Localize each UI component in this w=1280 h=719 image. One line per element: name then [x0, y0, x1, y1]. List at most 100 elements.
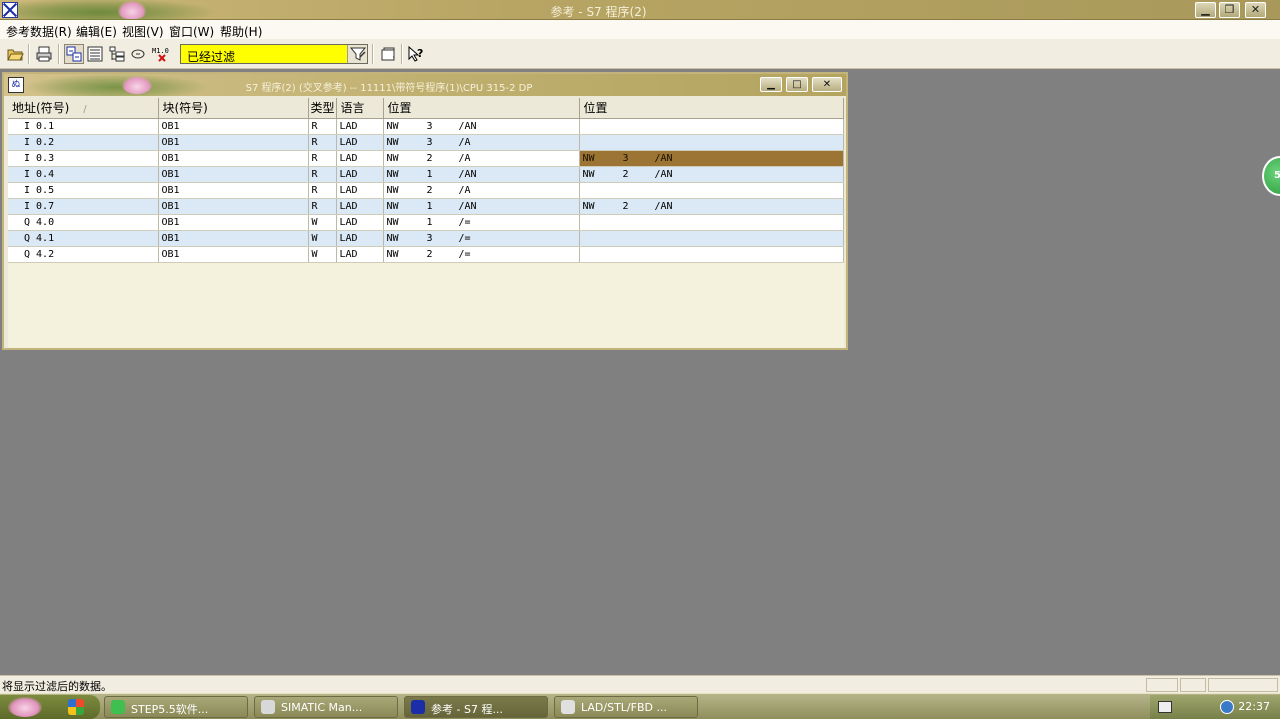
cell-type[interactable]: R	[308, 166, 337, 183]
cell-language[interactable]: LAD	[336, 182, 384, 199]
tree-icon[interactable]	[107, 44, 127, 64]
cell-block[interactable]: OB1	[158, 118, 309, 135]
column-header-block[interactable]: 块(符号)	[158, 98, 309, 119]
cell-block[interactable]: OB1	[158, 246, 309, 263]
minimize-button[interactable]: ▁	[1195, 2, 1216, 18]
cell-location-2[interactable]	[579, 118, 844, 135]
cell-location[interactable]: NW 3 /=	[383, 230, 580, 247]
unused-symbols-icon[interactable]: M1.0	[150, 44, 170, 64]
title-bar[interactable]: 参考 - S7 程序(2) ▁ ❐ ✕	[0, 0, 1280, 22]
filter-icon[interactable]	[348, 44, 368, 64]
cell-block[interactable]: OB1	[158, 182, 309, 199]
cell-location-2[interactable]: NW 3/AN	[579, 150, 844, 167]
cell-address[interactable]: I 0.1	[8, 118, 159, 135]
filter-dropdown[interactable]: 已经过滤 ▾	[180, 44, 368, 64]
cell-location-2[interactable]	[579, 214, 844, 231]
menu-view[interactable]: 视图(V)	[122, 23, 164, 40]
cross-reference-icon[interactable]	[64, 44, 84, 64]
menu-edit[interactable]: 编辑(E)	[76, 23, 117, 40]
cell-address[interactable]: I 0.3	[8, 150, 159, 167]
cell-location-2[interactable]	[579, 246, 844, 263]
table-row[interactable]: Q 4.2 OB1 W LAD NW 2 /=	[8, 246, 844, 263]
cell-location[interactable]: NW 2/A	[383, 150, 580, 167]
table-row[interactable]: I 0.5 OB1 R LAD NW 2/A	[8, 182, 844, 199]
table-row[interactable]: Q 4.0 OB1 W LAD NW 1 /=	[8, 214, 844, 231]
table-row[interactable]: I 0.3 OB1 R LAD NW 2/A NW 3/AN	[8, 150, 844, 167]
child-maximize-button[interactable]: □	[786, 77, 808, 92]
cell-location[interactable]: NW 1/AN	[383, 198, 580, 215]
cell-type[interactable]: R	[308, 134, 337, 151]
print-icon[interactable]	[34, 44, 54, 64]
cell-language[interactable]: LAD	[336, 134, 384, 151]
cell-address[interactable]: Q 4.0	[8, 214, 159, 231]
cell-language[interactable]: LAD	[336, 214, 384, 231]
cell-location-2[interactable]: NW 2/AN	[579, 166, 844, 183]
open-icon[interactable]	[5, 44, 25, 64]
cell-location-2[interactable]: NW 2/AN	[579, 198, 844, 215]
cell-address[interactable]: I 0.5	[8, 182, 159, 199]
cell-location[interactable]: NW 2 /=	[383, 246, 580, 263]
cell-address[interactable]: I 0.2	[8, 134, 159, 151]
table-row[interactable]: I 0.7 OB1 R LAD NW 1/AN NW 2/AN	[8, 198, 844, 215]
taskbar-button[interactable]: 参考 - S7 程...	[404, 696, 548, 718]
cross-reference-table[interactable]: 地址(符号) / 块(符号) 类型 语言 位置 位置 I 0.1 OB1 R LAD N…	[8, 98, 844, 348]
cell-block[interactable]: OB1	[158, 134, 309, 151]
restore-button[interactable]: ❐	[1219, 2, 1240, 18]
column-header-type[interactable]: 类型	[308, 98, 337, 119]
list-icon[interactable]	[85, 44, 105, 64]
start-button[interactable]	[0, 695, 100, 719]
taskbar-button[interactable]: STEP5.5软件...	[104, 696, 248, 718]
cell-address[interactable]: Q 4.1	[8, 230, 159, 247]
cell-language[interactable]: LAD	[336, 166, 384, 183]
cell-language[interactable]: LAD	[336, 150, 384, 167]
clock[interactable]: 22:37	[1238, 700, 1270, 713]
child-minimize-button[interactable]: ▁	[760, 77, 782, 92]
cell-type[interactable]: R	[308, 150, 337, 167]
table-row[interactable]: I 0.2 OB1 R LAD NW 3/A	[8, 134, 844, 151]
cell-block[interactable]: OB1	[158, 214, 309, 231]
cell-type[interactable]: W	[308, 246, 337, 263]
menu-window[interactable]: 窗口(W)	[169, 23, 214, 40]
network-icon[interactable]	[1220, 700, 1234, 714]
cell-language[interactable]: LAD	[336, 198, 384, 215]
cell-language[interactable]: LAD	[336, 230, 384, 247]
cell-address[interactable]: I 0.7	[8, 198, 159, 215]
keyboard-icon[interactable]	[1158, 701, 1172, 713]
cell-location[interactable]: NW 3/AN	[383, 118, 580, 135]
table-row[interactable]: Q 4.1 OB1 W LAD NW 3 /=	[8, 230, 844, 247]
cross-reference-window[interactable]: ぬ S7 程序(2) (交叉参考) -- 11111\带符号程序(1)\CPU …	[2, 72, 848, 350]
program-structure-icon[interactable]	[128, 44, 148, 64]
child-close-button[interactable]: ✕	[812, 77, 842, 92]
cell-location-2[interactable]	[579, 182, 844, 199]
cell-block[interactable]: OB1	[158, 230, 309, 247]
cell-location[interactable]: NW 3/A	[383, 134, 580, 151]
column-header-language[interactable]: 语言	[336, 98, 384, 119]
cell-address[interactable]: I 0.4	[8, 166, 159, 183]
cell-type[interactable]: R	[308, 118, 337, 135]
cell-address[interactable]: Q 4.2	[8, 246, 159, 263]
cell-type[interactable]: W	[308, 230, 337, 247]
cell-location[interactable]: NW 1 /=	[383, 214, 580, 231]
menu-help[interactable]: 帮助(H)	[220, 23, 262, 40]
cell-location[interactable]: NW 2/A	[383, 182, 580, 199]
table-row[interactable]: I 0.1 OB1 R LAD NW 3/AN	[8, 118, 844, 135]
cell-type[interactable]: R	[308, 198, 337, 215]
cell-location[interactable]: NW 1/AN	[383, 166, 580, 183]
column-header-location[interactable]: 位置	[383, 98, 580, 119]
child-title-bar[interactable]: ぬ S7 程序(2) (交叉参考) -- 11111\带符号程序(1)\CPU …	[4, 74, 846, 96]
cell-location-2[interactable]	[579, 134, 844, 151]
taskbar-button[interactable]: SIMATIC Man...	[254, 696, 398, 718]
taskbar-button[interactable]: LAD/STL/FBD ...	[554, 696, 698, 718]
cell-language[interactable]: LAD	[336, 246, 384, 263]
new-window-icon[interactable]	[378, 44, 398, 64]
close-button[interactable]: ✕	[1245, 2, 1266, 18]
column-header-address[interactable]: 地址(符号) /	[8, 98, 159, 119]
cell-block[interactable]: OB1	[158, 150, 309, 167]
floating-badge[interactable]: 55	[1262, 156, 1280, 196]
cell-block[interactable]: OB1	[158, 198, 309, 215]
cell-location-2[interactable]	[579, 230, 844, 247]
table-row[interactable]: I 0.4 OB1 R LAD NW 1/AN NW 2/AN	[8, 166, 844, 183]
help-icon[interactable]: ?	[406, 44, 426, 64]
menu-reference-data[interactable]: 参考数据(R)	[6, 23, 72, 40]
cell-type[interactable]: W	[308, 214, 337, 231]
